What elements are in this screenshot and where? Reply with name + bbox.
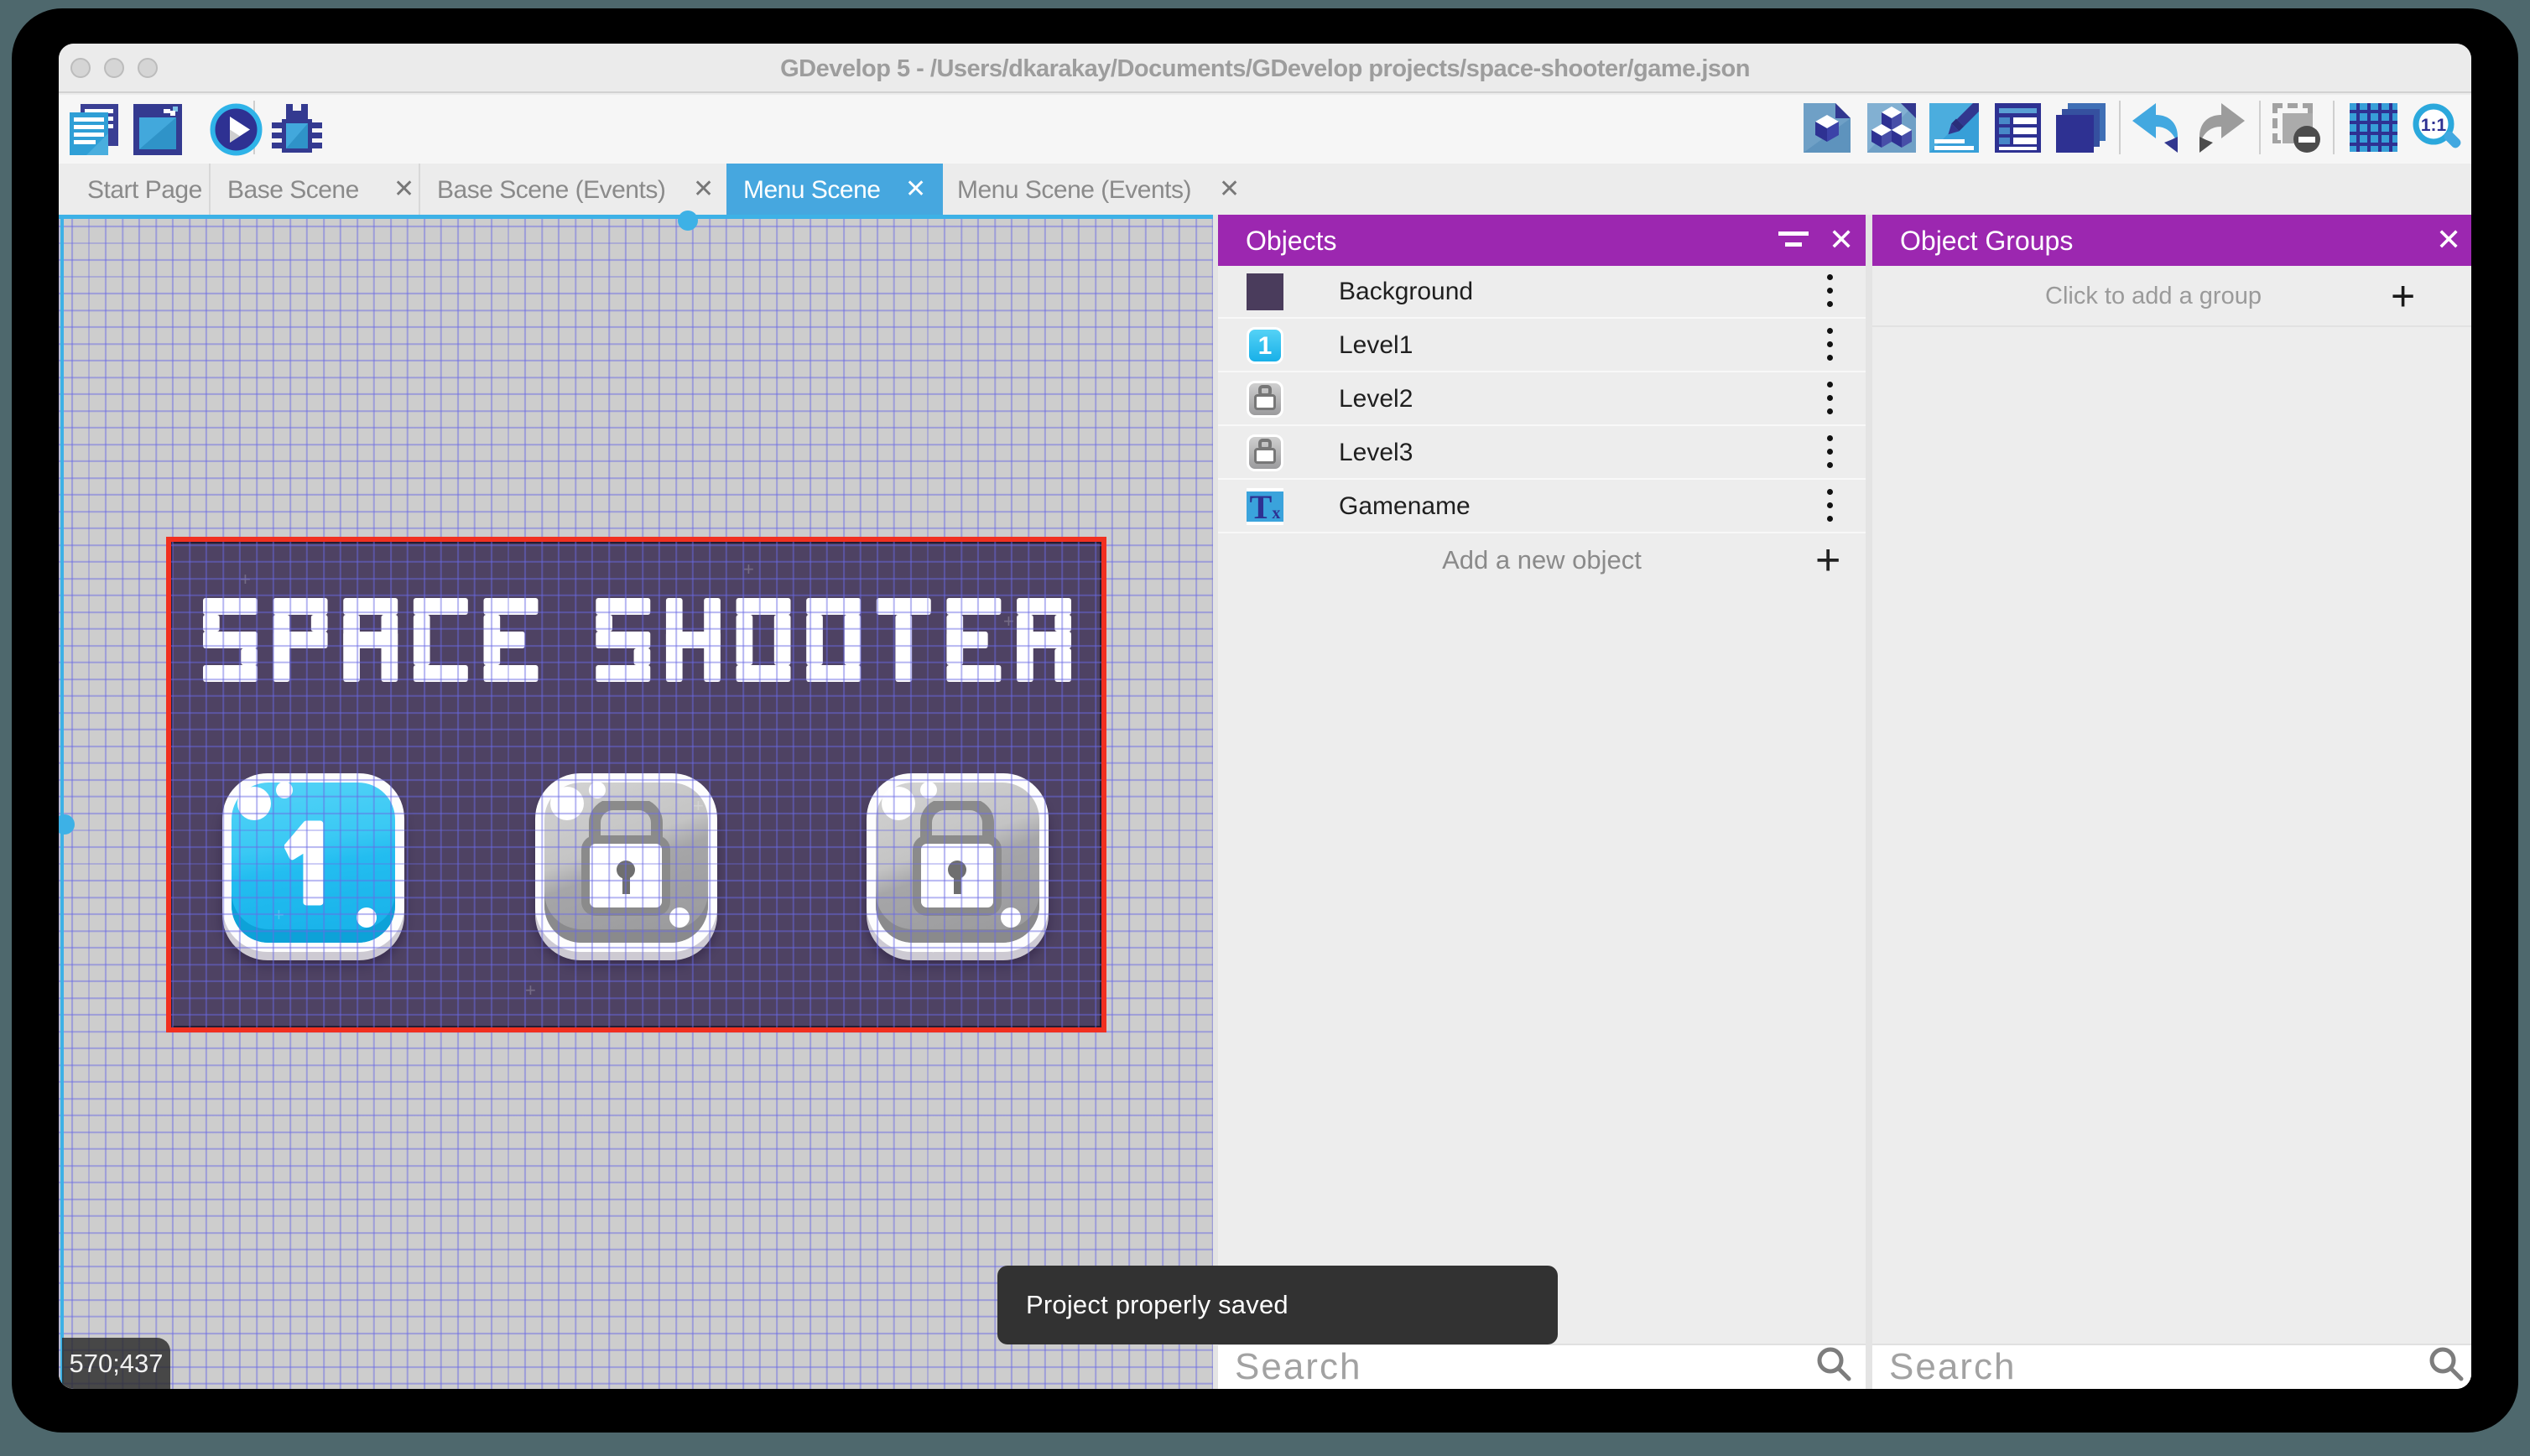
svg-text:1:1: 1:1 — [2421, 116, 2447, 135]
